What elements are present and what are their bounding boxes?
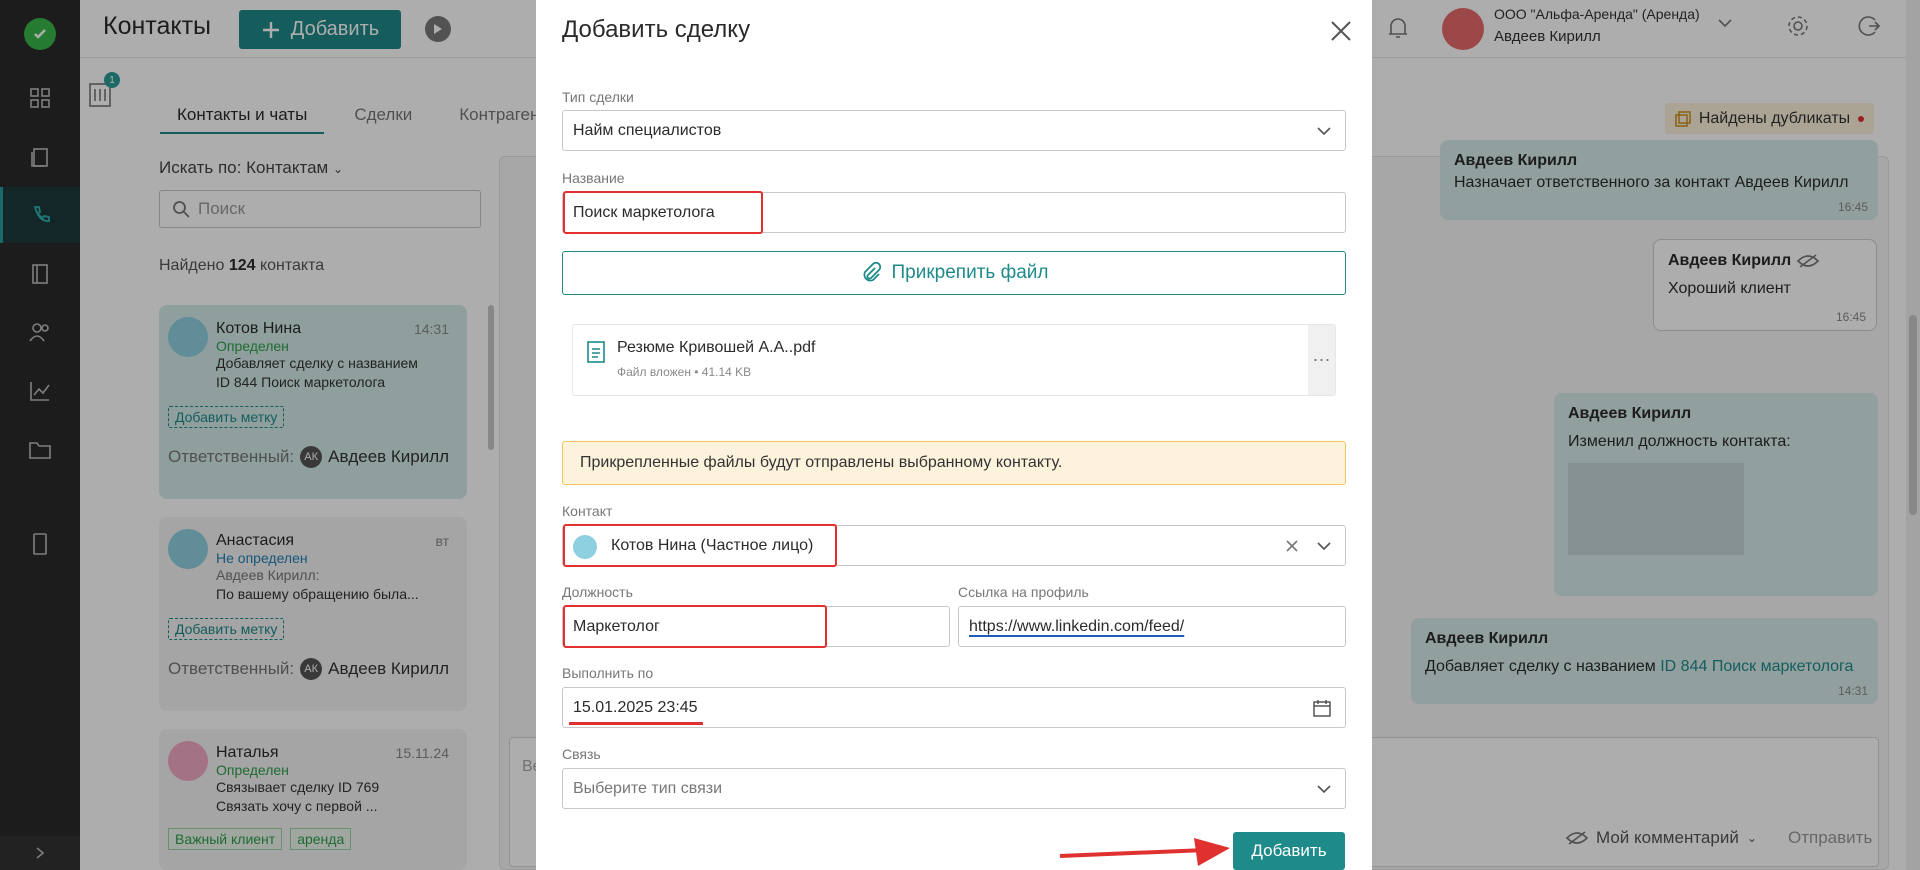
submit-add-deal-button[interactable]: Добавить <box>1233 832 1345 870</box>
paperclip-icon <box>863 262 881 282</box>
attach-file-label: Прикрепить файл <box>891 262 1049 283</box>
highlight-underline <box>569 722 703 725</box>
deal-type-select[interactable]: Найм специалистов <box>562 110 1346 151</box>
position-label: Должность <box>562 584 633 600</box>
deal-type-value: Найм специалистов <box>573 121 722 139</box>
file-name: Резюме Кривошей А.А..pdf <box>617 339 816 356</box>
modal-title: Добавить сделку <box>562 16 751 43</box>
file-meta: Файл вложен • 41.14 KB <box>617 365 752 379</box>
document-icon <box>587 341 605 363</box>
chevron-down-icon <box>1317 126 1331 135</box>
profile-link-label: Ссылка на профиль <box>958 584 1089 600</box>
close-icon[interactable] <box>1328 18 1354 44</box>
attachment-warning: Прикрепленные файлы будут отправлены выб… <box>562 441 1346 485</box>
due-date-label: Выполнить по <box>562 665 654 681</box>
link-type-placeholder: Выберите тип связи <box>573 779 723 797</box>
contact-label: Контакт <box>562 503 613 519</box>
attach-file-button[interactable]: Прикрепить файл <box>562 251 1346 295</box>
arrow-icon <box>1056 836 1232 870</box>
chevron-down-icon <box>1317 541 1331 550</box>
submit-label: Добавить <box>1251 841 1327 860</box>
due-date-value: 15.01.2025 23:45 <box>573 698 698 716</box>
chevron-down-icon <box>1317 784 1331 793</box>
link-type-select[interactable]: Выберите тип связи <box>562 768 1346 809</box>
deal-type-label: Тип сделки <box>562 89 634 105</box>
deal-name-label: Название <box>562 170 625 186</box>
clear-icon[interactable] <box>1285 539 1299 553</box>
profile-link-value: https://www.linkedin.com/feed/ <box>969 617 1185 635</box>
profile-link-input[interactable]: https://www.linkedin.com/feed/ <box>958 606 1346 647</box>
calendar-icon[interactable] <box>1313 699 1331 717</box>
link-type-label: Связь <box>562 746 601 762</box>
warning-text: Прикрепленные файлы будут отправлены выб… <box>580 454 1063 471</box>
highlight-box <box>563 191 763 234</box>
highlight-box <box>563 605 827 648</box>
attached-file: Резюме Кривошей А.А..pdf Файл вложен • 4… <box>572 324 1336 396</box>
highlight-box <box>563 524 837 567</box>
more-options-icon[interactable]: ⋯ <box>1308 325 1335 395</box>
